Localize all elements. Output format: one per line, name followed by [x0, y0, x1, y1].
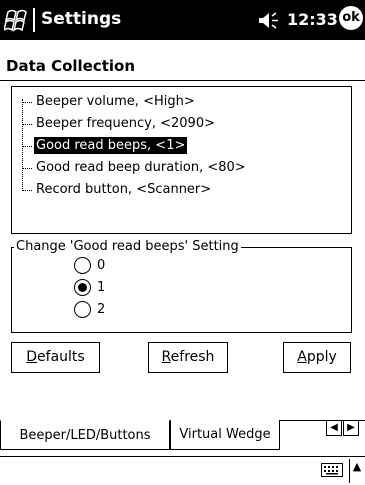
- radio-button[interactable]: [74, 301, 91, 318]
- accelerator-key: D: [26, 349, 38, 365]
- sip-divider: [349, 459, 350, 483]
- divider: [0, 80, 365, 81]
- button-label: efaults: [37, 349, 85, 365]
- windows-flag-icon[interactable]: [2, 6, 30, 34]
- button-label: efresh: [170, 349, 215, 365]
- menu-bar-divider: [0, 456, 365, 457]
- radio-label: 2: [97, 302, 106, 317]
- radio-label: 1: [97, 280, 106, 295]
- tree-item-beeper-volume[interactable]: Beeper volume, <High>: [20, 92, 197, 112]
- arrow-left-icon[interactable]: ◀: [326, 420, 342, 436]
- group-legend: Change 'Good read beeps' Setting: [14, 239, 241, 255]
- settings-tree[interactable]: Beeper volume, <High> Beeper frequency, …: [11, 86, 352, 234]
- ok-button[interactable]: ok: [339, 6, 363, 30]
- tree-item-label: Beeper frequency, <2090>: [36, 116, 215, 131]
- page-title: Data Collection: [6, 57, 136, 75]
- tab-beeper-led-buttons[interactable]: Beeper/LED/Buttons: [0, 420, 170, 450]
- tree-branch: [20, 114, 34, 134]
- accelerator-key: R: [161, 349, 171, 365]
- tree-item-label: Good read beep duration, <80>: [36, 160, 246, 175]
- apply-button[interactable]: Apply: [283, 342, 351, 373]
- title-bar: Settings 12:33 ok: [0, 0, 365, 40]
- tree-item-good-read-beep-duration[interactable]: Good read beep duration, <80>: [20, 158, 248, 178]
- defaults-button[interactable]: Defaults: [11, 342, 100, 373]
- tree-item-record-button[interactable]: Record button, <Scanner>: [20, 180, 213, 200]
- radio-label: 0: [97, 258, 106, 273]
- tree-branch: [20, 158, 34, 178]
- radio-option-0[interactable]: 0: [74, 256, 105, 276]
- button-label: pply: [306, 349, 337, 365]
- title-divider: [33, 8, 35, 32]
- screen: Settings 12:33 ok Data Collection Beeper…: [0, 0, 365, 485]
- arrow-up-icon[interactable]: ▲: [351, 459, 363, 475]
- tree-item-label: Good read beeps, <1>: [34, 137, 188, 154]
- refresh-button[interactable]: Refresh: [148, 342, 228, 373]
- app-title: Settings: [41, 9, 122, 29]
- tree-item-beeper-frequency[interactable]: Beeper frequency, <2090>: [20, 114, 217, 134]
- tree-item-good-read-beeps[interactable]: Good read beeps, <1>: [20, 136, 188, 156]
- setting-group: Change 'Good read beeps' Setting 0 1 2: [11, 239, 352, 333]
- keyboard-icon[interactable]: [321, 463, 343, 477]
- tree-item-label: Beeper volume, <High>: [36, 94, 195, 109]
- tree-branch: [20, 180, 34, 200]
- radio-option-2[interactable]: 2: [74, 300, 105, 320]
- radio-button[interactable]: [74, 257, 91, 274]
- radio-option-1[interactable]: 1: [74, 278, 105, 298]
- clock[interactable]: 12:33: [287, 10, 338, 29]
- tree-item-label: Record button, <Scanner>: [36, 182, 212, 197]
- radio-button[interactable]: [74, 279, 91, 296]
- tree-branch: [20, 92, 34, 112]
- accelerator-key: A: [297, 349, 307, 365]
- speaker-icon[interactable]: [258, 12, 282, 29]
- tree-branch: [20, 136, 34, 156]
- arrow-right-icon[interactable]: ▶: [343, 420, 359, 436]
- tab-virtual-wedge[interactable]: Virtual Wedge: [170, 420, 280, 450]
